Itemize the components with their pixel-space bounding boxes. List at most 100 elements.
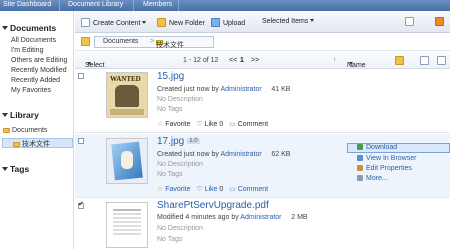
folder-icon [13, 142, 20, 147]
version-badge: 1.0 [187, 138, 200, 144]
like-link[interactable]: Like [205, 186, 218, 193]
chevron-down-icon [142, 21, 147, 24]
chevron-down-icon [87, 62, 91, 65]
upload-icon [211, 18, 220, 27]
poster-band [110, 109, 144, 115]
browser-icon [357, 155, 363, 161]
like-icon[interactable]: ♡ [196, 121, 202, 128]
rss-feed-icon[interactable] [435, 17, 444, 26]
file-name-link[interactable]: 15.jpg [157, 71, 184, 82]
folder-add-icon [157, 18, 166, 27]
sidebar-tags-header[interactable]: Tags [2, 164, 29, 174]
sidebar-item-recently-added[interactable]: Recently Added [11, 77, 60, 84]
row-actions-menu: Download View In Browser Edit Properties… [347, 143, 450, 188]
sidebar-library-header[interactable]: Library [2, 110, 39, 120]
current-page: 1 [240, 57, 244, 64]
folder-icon [3, 128, 10, 133]
library-root-folder[interactable]: Documents [3, 127, 47, 134]
download-action[interactable]: Download [357, 144, 397, 151]
file-tags: No Tags [157, 171, 183, 178]
file-meta: Created just now by Administrator 41 KB [157, 86, 291, 93]
file-description: No Description [157, 225, 203, 232]
like-icon[interactable]: ♡ [196, 186, 202, 193]
selected-items-button[interactable]: Selected Items [262, 18, 315, 25]
view-in-browser-action[interactable]: View In Browser [357, 155, 416, 162]
file-name-link[interactable]: SharePtServUpgrade.pdf [157, 200, 269, 211]
sidebar-item-recently-modified[interactable]: Recently Modified [11, 67, 67, 74]
file-meta: Created just now by Administrator 62 KB [157, 151, 291, 158]
row-checkbox[interactable] [78, 138, 84, 144]
comment-link[interactable]: Comment [238, 121, 268, 128]
document-row-hovered[interactable]: 17.jpg 1.0 Created just now by Administra… [75, 134, 450, 198]
document-thumbnail[interactable] [106, 138, 148, 184]
breadcrumb-separator: > [150, 38, 155, 45]
author-link[interactable]: Administrator [220, 86, 261, 93]
star-icon[interactable]: ☆ [157, 186, 163, 193]
nav-site-dashboard[interactable]: Site Dashboard [3, 1, 51, 8]
author-link[interactable]: Administrator [220, 151, 261, 158]
upload-button[interactable]: Upload [211, 18, 245, 27]
edit-properties-action[interactable]: Edit Properties [357, 165, 412, 172]
sort-direction-icon[interactable]: ↑ [333, 57, 337, 64]
page-range: 1 - 12 of 12 [183, 57, 219, 64]
new-folder-button[interactable]: New Folder [157, 18, 205, 27]
top-nav-bar: Site Dashboard Document Library Members [0, 0, 450, 11]
favorite-link[interactable]: Favorite [165, 121, 190, 128]
comment-icon[interactable]: ▭ [229, 186, 236, 193]
prev-page-button[interactable]: << [229, 57, 237, 64]
edit-icon [357, 165, 363, 171]
file-actions: ☆ Favorite ♡ Like 0 ▭ Comment [157, 185, 268, 193]
file-tags: No Tags [157, 106, 183, 113]
library-folder-tech[interactable]: 技术文件 [13, 139, 50, 149]
sidebar-documents-header[interactable]: Documents [2, 23, 56, 33]
next-page-button[interactable]: >> [251, 57, 259, 64]
star-icon[interactable]: ☆ [157, 121, 163, 128]
row-checkbox[interactable] [78, 73, 84, 79]
more-icon [357, 175, 363, 181]
breadcrumb-root[interactable]: Documents [103, 38, 138, 45]
show-folders-icon[interactable] [395, 56, 404, 65]
sidebar-item-all-documents[interactable]: All Documents [11, 37, 56, 44]
chevron-down-icon [349, 62, 353, 65]
file-name-link[interactable]: 17.jpg 1.0 [157, 136, 200, 147]
document-thumbnail[interactable] [106, 202, 148, 248]
breadcrumb: Documents > 技术文件 [94, 36, 214, 49]
row-checkbox-checked[interactable] [78, 200, 84, 209]
breadcrumb-bar: Documents > 技术文件 [75, 34, 450, 51]
sync-icon[interactable] [405, 17, 414, 26]
collapse-icon [2, 113, 8, 117]
like-count: 0 [219, 186, 224, 193]
simple-view-icon[interactable] [420, 56, 429, 65]
pagination-bar: Select 1 - 12 of 12 << 1 >> ↑ Name [75, 52, 450, 69]
file-tags: No Tags [157, 236, 183, 243]
nav-members[interactable]: Members [143, 1, 172, 8]
app-window: Site Dashboard Document Library Members … [0, 0, 450, 249]
detailed-view-icon[interactable] [437, 56, 446, 65]
like-count: 0 [219, 121, 224, 128]
nav-document-library[interactable]: Document Library [68, 1, 123, 8]
favorite-link[interactable]: Favorite [165, 186, 190, 193]
thumbnail-figure [121, 151, 133, 169]
sidebar: Documents All Documents I'm Editing Othe… [0, 11, 74, 249]
like-link[interactable]: Like [205, 121, 218, 128]
comment-icon[interactable]: ▭ [229, 121, 236, 128]
document-row[interactable]: SharePtServUpgrade.pdf Modified 4 minute… [75, 199, 450, 249]
more-actions[interactable]: More... [357, 175, 388, 182]
document-row[interactable]: WANTED 15.jpg Created just now by Admini… [75, 69, 450, 133]
sidebar-item-im-editing[interactable]: I'm Editing [11, 47, 43, 54]
author-link[interactable]: Administrator [240, 214, 281, 221]
download-icon [357, 144, 363, 150]
collapse-icon [2, 167, 8, 171]
sidebar-item-my-favorites[interactable]: My Favorites [11, 87, 51, 94]
comment-link[interactable]: Comment [238, 186, 268, 193]
folder-up-icon[interactable] [81, 37, 90, 46]
create-content-button[interactable]: Create Content [81, 18, 147, 27]
document-thumbnail[interactable]: WANTED [106, 72, 148, 118]
file-description: No Description [157, 96, 203, 103]
pdf-lines [113, 209, 141, 211]
document-add-icon [81, 18, 90, 27]
sidebar-item-others-editing[interactable]: Others are Editing [11, 57, 67, 64]
collapse-icon [2, 26, 8, 30]
poster-figure [115, 85, 139, 107]
toolbar: Create Content New Folder Upload Selecte… [75, 11, 450, 33]
